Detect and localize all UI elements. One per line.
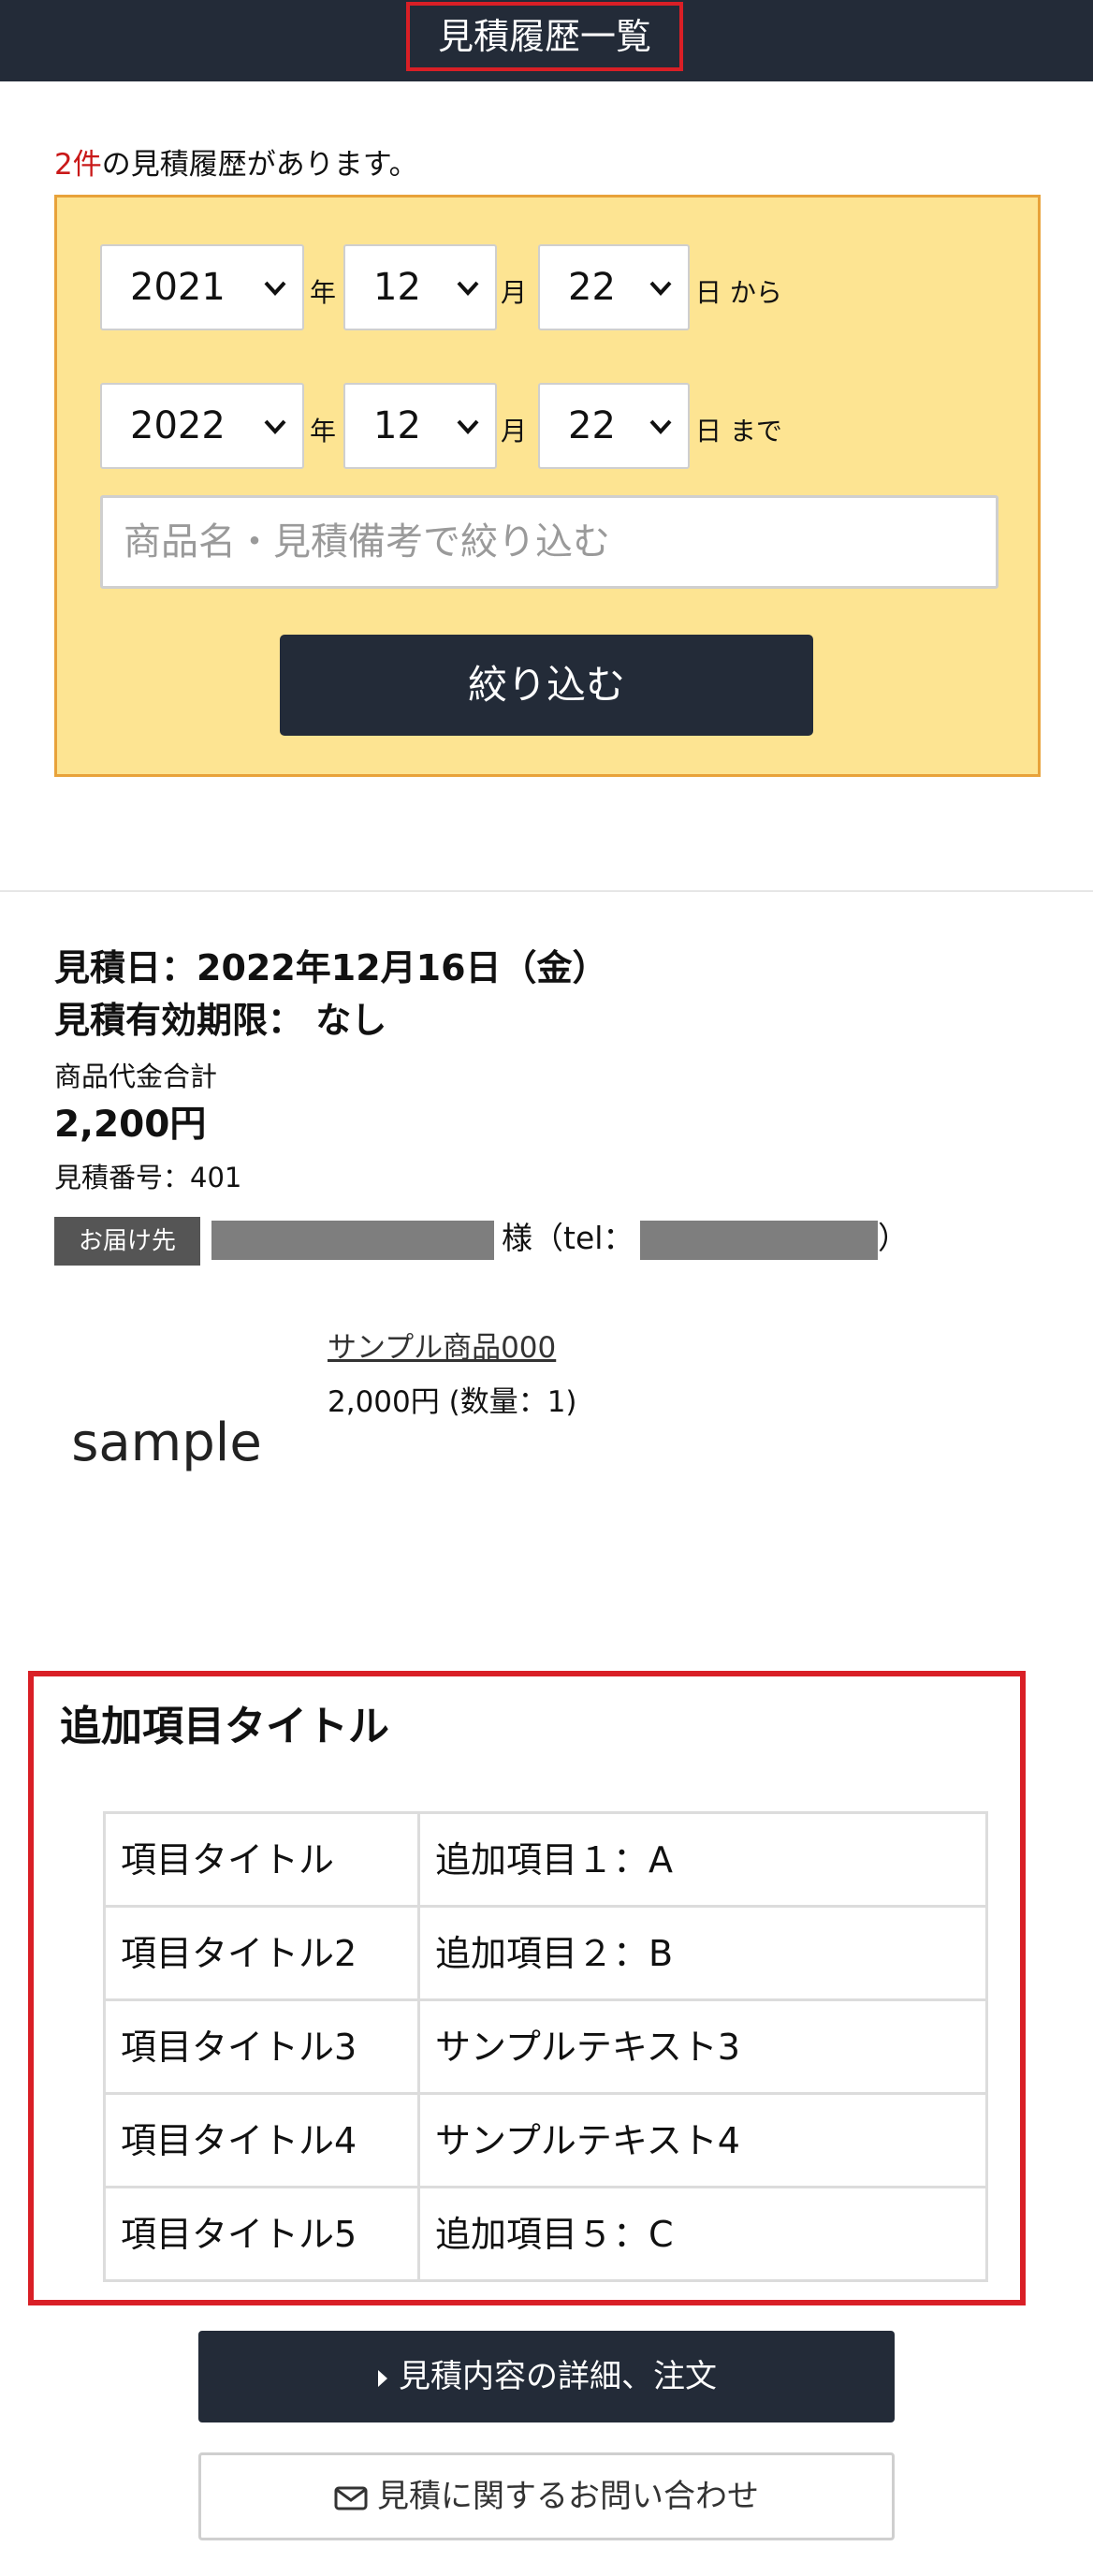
product-name-link[interactable]: サンプル商品000 bbox=[328, 1327, 556, 1368]
chevron-down-icon bbox=[457, 419, 479, 434]
from-year-value: 2021 bbox=[130, 266, 226, 309]
to-month-value: 12 bbox=[373, 404, 421, 447]
to-day-select[interactable]: 22 bbox=[538, 383, 690, 469]
table-row: 項目タイトル2 追加項目２：B bbox=[103, 1905, 988, 2001]
extra-items-table: 項目タイトル 追加項目１：A 項目タイトル2 追加項目２：B 項目タイトル3 サ… bbox=[103, 1811, 988, 2282]
row-value: サンプルテキスト3 bbox=[417, 1998, 988, 2095]
chevron-down-icon bbox=[649, 281, 672, 296]
to-year-unit: 年 bbox=[310, 416, 337, 446]
redacted-recipient-name bbox=[211, 1221, 494, 1260]
filter-submit-button[interactable]: 絞り込む bbox=[280, 635, 813, 736]
result-count-line: 2件の見積履歴があります。 bbox=[54, 142, 418, 187]
quote-detail-order-label: 見積内容の詳細、注文 bbox=[399, 2358, 717, 2395]
from-day-value: 22 bbox=[568, 266, 616, 309]
subtotal-value: 2,200円 bbox=[54, 1104, 207, 1146]
to-day-value: 22 bbox=[568, 404, 616, 447]
mail-icon bbox=[334, 2486, 368, 2510]
from-month-select[interactable]: 12 bbox=[343, 244, 497, 330]
table-row: 項目タイトル3 サンプルテキスト3 bbox=[103, 1998, 988, 2095]
quote-detail-order-button[interactable]: 見積内容の詳細、注文 bbox=[198, 2331, 895, 2422]
keyword-filter-input[interactable]: 商品名・見積備考で絞り込む bbox=[100, 495, 998, 589]
quote-number: 見積番号：401 bbox=[54, 1162, 242, 1193]
chevron-down-icon bbox=[264, 281, 286, 296]
page-title-frame: 見積履歴一覧 bbox=[406, 2, 683, 71]
row-key: 項目タイトル bbox=[103, 1811, 420, 1908]
extra-items-section: 追加項目タイトル 項目タイトル 追加項目１：A 項目タイトル2 追加項目２：B … bbox=[28, 1671, 1026, 2305]
page-title: 見積履歴一覧 bbox=[437, 16, 651, 57]
product-image[interactable]: sample bbox=[54, 1329, 279, 1558]
extra-items-title: 追加項目タイトル bbox=[60, 1703, 389, 1750]
result-count: 2件 bbox=[54, 148, 102, 182]
quote-contact-label: 見積に関するお問い合わせ bbox=[377, 2478, 759, 2515]
page-header: 見積履歴一覧 bbox=[0, 0, 1093, 81]
subtotal-label: 商品代金合計 bbox=[54, 1061, 218, 1092]
product-price-qty: 2,000円 (数量：1) bbox=[328, 1385, 577, 1419]
table-row: 項目タイトル5 追加項目５：C bbox=[103, 2186, 988, 2282]
to-year-select[interactable]: 2022 bbox=[100, 383, 304, 469]
from-year-select[interactable]: 2021 bbox=[100, 244, 304, 330]
to-month-select[interactable]: 12 bbox=[343, 383, 497, 469]
quote-expiry: 見積有効期限： なし bbox=[54, 1000, 387, 1041]
row-value: 追加項目１：A bbox=[417, 1811, 988, 1908]
row-key: 項目タイトル5 bbox=[103, 2186, 420, 2282]
from-day-select[interactable]: 22 bbox=[538, 244, 690, 330]
section-divider bbox=[0, 890, 1093, 892]
row-key: 項目タイトル3 bbox=[103, 1998, 420, 2095]
from-year-unit: 年 bbox=[310, 277, 337, 308]
row-value: 追加項目２：B bbox=[417, 1905, 988, 2001]
chevron-down-icon bbox=[457, 281, 479, 296]
ship-to-close-paren: ） bbox=[878, 1220, 909, 1256]
row-key: 項目タイトル2 bbox=[103, 1905, 420, 2001]
ship-to-badge: お届け先 bbox=[54, 1217, 200, 1266]
result-count-suffix: の見積履歴があります。 bbox=[101, 148, 418, 182]
to-year-value: 2022 bbox=[130, 404, 226, 447]
table-row: 項目タイトル 追加項目１：A bbox=[103, 1811, 988, 1908]
filter-panel: 2021 年 12 月 22 日 から 2022 年 12 月 22 日 まで … bbox=[54, 195, 1041, 777]
quote-contact-button[interactable]: 見積に関するお問い合わせ bbox=[198, 2452, 895, 2540]
quote-date: 見積日：2022年12月16日（金） bbox=[54, 947, 608, 988]
redacted-phone bbox=[640, 1221, 878, 1260]
from-day-unit: 日 から bbox=[695, 277, 782, 308]
to-day-unit: 日 まで bbox=[695, 416, 782, 446]
row-value: 追加項目５：C bbox=[417, 2186, 988, 2282]
chevron-down-icon bbox=[264, 419, 286, 434]
from-month-value: 12 bbox=[373, 266, 421, 309]
from-month-unit: 月 bbox=[501, 277, 528, 308]
chevron-down-icon bbox=[649, 419, 672, 434]
caret-right-icon bbox=[378, 2369, 387, 2387]
row-key: 項目タイトル4 bbox=[103, 2092, 420, 2188]
row-value: サンプルテキスト4 bbox=[417, 2092, 988, 2188]
to-month-unit: 月 bbox=[501, 416, 528, 446]
table-row: 項目タイトル4 サンプルテキスト4 bbox=[103, 2092, 988, 2188]
ship-to-honorific: 様（tel： bbox=[502, 1220, 634, 1256]
